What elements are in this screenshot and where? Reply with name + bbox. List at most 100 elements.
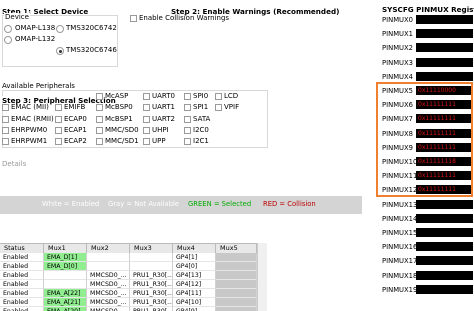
- radio-omap-l132[interactable]: [4, 36, 12, 44]
- table-cell[interactable]: Enabled: [0, 271, 44, 280]
- checkbox-ecap1[interactable]: [55, 127, 62, 134]
- checkbox-vpif[interactable]: [215, 104, 222, 111]
- enable-collision-warnings-checkbox[interactable]: [130, 15, 137, 22]
- table-cell[interactable]: [44, 271, 87, 280]
- grid-header-status[interactable]: Status: [0, 244, 44, 253]
- table-cell[interactable]: [216, 271, 257, 280]
- legend-green: GREEN = Selected: [188, 200, 252, 208]
- table-cell[interactable]: Enabled: [0, 280, 44, 289]
- checkbox-upp[interactable]: [143, 138, 150, 145]
- table-row[interactable]: Enabled EMA_A[22] MMCSD0_... PRU1_R30[... GP…: [0, 289, 257, 298]
- table-cell[interactable]: GP4[1]: [173, 253, 216, 262]
- pinmux-value-field[interactable]: [416, 284, 473, 294]
- pinmux-value-field[interactable]: [416, 213, 473, 223]
- table-cell[interactable]: EMA_A[20]: [44, 307, 87, 311]
- checkbox-mcbsp0[interactable]: [96, 104, 103, 111]
- checkbox-spi0[interactable]: [184, 93, 191, 100]
- table-cell[interactable]: [87, 262, 130, 271]
- table-cell[interactable]: [216, 307, 257, 311]
- grid-header-mux5[interactable]: Mux5: [216, 244, 257, 253]
- checkbox-ehrpwm1[interactable]: [2, 138, 9, 145]
- table-row[interactable]: Enabled EMA_D[1] GP4[1]: [0, 253, 257, 262]
- pinmux-value-field[interactable]: [416, 71, 473, 81]
- table-cell[interactable]: Enabled: [0, 253, 44, 262]
- radio-tms320c6746[interactable]: [56, 47, 64, 55]
- checkbox-uart1[interactable]: [143, 104, 150, 111]
- checkbox-lcd[interactable]: [215, 93, 222, 100]
- checkbox-emac-rmii[interactable]: [2, 116, 9, 123]
- checkbox-mcbsp1[interactable]: [96, 116, 103, 123]
- table-cell[interactable]: GP4[13]: [173, 271, 216, 280]
- table-cell[interactable]: GP4[10]: [173, 298, 216, 307]
- table-cell[interactable]: [216, 262, 257, 271]
- pinmux-value-field[interactable]: [416, 29, 473, 39]
- grid-header-mux2[interactable]: Mux2: [87, 244, 130, 253]
- checkbox-sata[interactable]: [184, 116, 191, 123]
- checkbox-emifb[interactable]: [55, 104, 62, 111]
- table-cell[interactable]: MMCSD0_...: [87, 298, 130, 307]
- radio-tms320c6742[interactable]: [56, 25, 64, 33]
- table-cell[interactable]: PRU1_R30[...: [130, 271, 173, 280]
- table-cell[interactable]: [130, 253, 173, 262]
- radio-omap-l138[interactable]: [4, 25, 12, 33]
- pinmux-value-field[interactable]: [416, 256, 473, 266]
- grid-header-mux3[interactable]: Mux3: [130, 244, 173, 253]
- table-cell[interactable]: EMA_A[21]: [44, 298, 87, 307]
- table-cell[interactable]: Enabled: [0, 298, 44, 307]
- checkbox-ecap0[interactable]: [55, 116, 62, 123]
- checkbox-mmcsd1[interactable]: [96, 138, 103, 145]
- pinmux-value-field[interactable]: [416, 228, 473, 237]
- table-cell[interactable]: Enabled: [0, 289, 44, 298]
- checkbox-ecap2[interactable]: [55, 138, 62, 145]
- pinmux-value-field[interactable]: [416, 43, 473, 53]
- table-cell[interactable]: PRU1_R30[...: [130, 289, 173, 298]
- checkbox-ehrpwm0[interactable]: [2, 127, 9, 134]
- table-cell[interactable]: PRU1_R30[...: [130, 307, 173, 311]
- table-cell[interactable]: [216, 298, 257, 307]
- table-cell[interactable]: [130, 262, 173, 271]
- pinmux-value-field[interactable]: [416, 15, 473, 24]
- grid-scrollbar[interactable]: [257, 243, 267, 311]
- table-cell[interactable]: Enabled: [0, 307, 44, 311]
- table-cell[interactable]: EMA_A[22]: [44, 289, 87, 298]
- table-cell[interactable]: Enabled: [0, 262, 44, 271]
- grid-header-mux1[interactable]: Mux1: [44, 244, 87, 253]
- grid-header-mux4[interactable]: Mux4: [173, 244, 216, 253]
- table-cell[interactable]: MMCSD0_...: [87, 280, 130, 289]
- table-cell[interactable]: MMCSD0_...: [87, 307, 130, 311]
- table-cell[interactable]: PRU1_R30[...: [130, 298, 173, 307]
- pinmux-value-field[interactable]: [416, 199, 473, 209]
- table-cell[interactable]: [44, 280, 87, 289]
- checkbox-i2c1[interactable]: [184, 138, 191, 145]
- table-row[interactable]: Enabled MMCSD0_... PRU1_R30[... GP4[13]: [0, 271, 257, 280]
- pinmux-value-field[interactable]: [416, 57, 473, 67]
- table-row[interactable]: EnabledEMA_A[20]MMCSD0_...PRU1_R30[...GP…: [0, 307, 257, 311]
- radio-label-tms320c6746: TMS320C6746: [66, 46, 117, 54]
- pinmux-value-field[interactable]: [416, 270, 473, 280]
- table-cell[interactable]: MMCSD0_...: [87, 289, 130, 298]
- checkbox-uart0[interactable]: [143, 93, 150, 100]
- checkbox-uart2[interactable]: [143, 116, 150, 123]
- table-cell[interactable]: PRU1_R30[...: [130, 280, 173, 289]
- checkbox-mcasp[interactable]: [96, 93, 103, 100]
- checkbox-spi1[interactable]: [184, 104, 191, 111]
- table-cell[interactable]: GP4[9]: [173, 307, 216, 311]
- table-cell[interactable]: MMCSD0_...: [87, 271, 130, 280]
- table-row[interactable]: Enabled EMA_D[0] GP4[0]: [0, 262, 257, 271]
- table-cell[interactable]: GP4[12]: [173, 280, 216, 289]
- table-cell[interactable]: [216, 289, 257, 298]
- checkbox-emac-mii[interactable]: [2, 104, 9, 111]
- checkbox-mmcsd0[interactable]: [96, 127, 103, 134]
- table-cell[interactable]: EMA_D[1]: [44, 253, 87, 262]
- table-cell[interactable]: GP4[11]: [173, 289, 216, 298]
- table-cell[interactable]: EMA_D[0]: [44, 262, 87, 271]
- table-cell[interactable]: [216, 280, 257, 289]
- table-row[interactable]: Enabled MMCSD0_... PRU1_R30[... GP4[12]: [0, 280, 257, 289]
- pinmux-value-field[interactable]: [416, 242, 473, 252]
- table-row[interactable]: Enabled EMA_A[21] MMCSD0_... PRU1_R30[... GP…: [0, 298, 257, 307]
- table-cell[interactable]: [216, 253, 257, 262]
- table-cell[interactable]: [87, 253, 130, 262]
- checkbox-i2c0[interactable]: [184, 127, 191, 134]
- table-cell[interactable]: GP4[0]: [173, 262, 216, 271]
- checkbox-uhpi[interactable]: [143, 127, 150, 134]
